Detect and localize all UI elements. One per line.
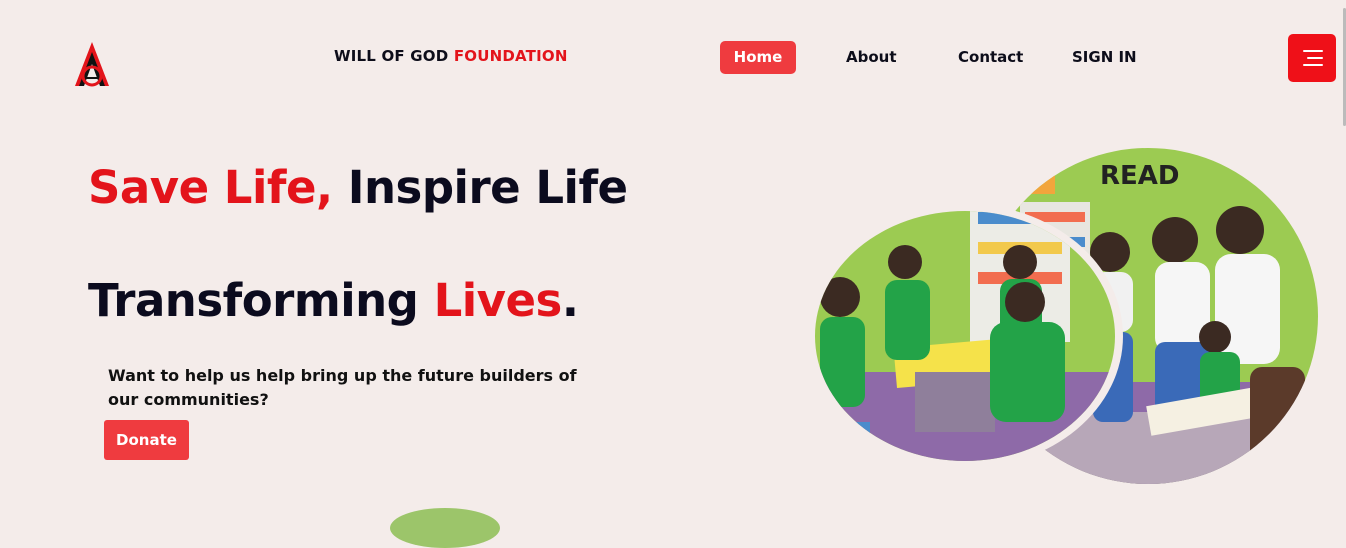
donate-button[interactable]: Donate (104, 420, 189, 460)
brand-accent: FOUNDATION (453, 47, 568, 65)
menu-button[interactable] (1288, 34, 1336, 82)
brand-name: WILL OF GOD FOUNDATION (334, 47, 568, 65)
hero-sub-dark: Transforming (88, 274, 419, 327)
hero-subtitle: Transforming Lives. (88, 274, 579, 327)
nav-home[interactable]: Home (720, 41, 796, 74)
hero-sub-dot: . (561, 274, 579, 327)
nav-sign-in[interactable]: SIGN IN (1072, 41, 1137, 74)
read-sign: READ (1100, 161, 1180, 191)
nav-about[interactable]: About (846, 41, 897, 74)
section-decoration (390, 508, 500, 548)
hero-title: Save Life, Inspire Life (88, 165, 648, 210)
hero-title-red: Save Life, (88, 161, 333, 214)
hero-photo: READ (810, 148, 1318, 484)
hero-description: Want to help us help bring up the future… (108, 366, 577, 409)
foundation-logo[interactable] (72, 40, 112, 90)
nav-contact[interactable]: Contact (958, 41, 1023, 74)
brand-prefix: WILL OF GOD (334, 47, 449, 65)
hero-sub-red: Lives (433, 274, 563, 327)
hero-title-dark: Inspire Life (347, 161, 628, 214)
